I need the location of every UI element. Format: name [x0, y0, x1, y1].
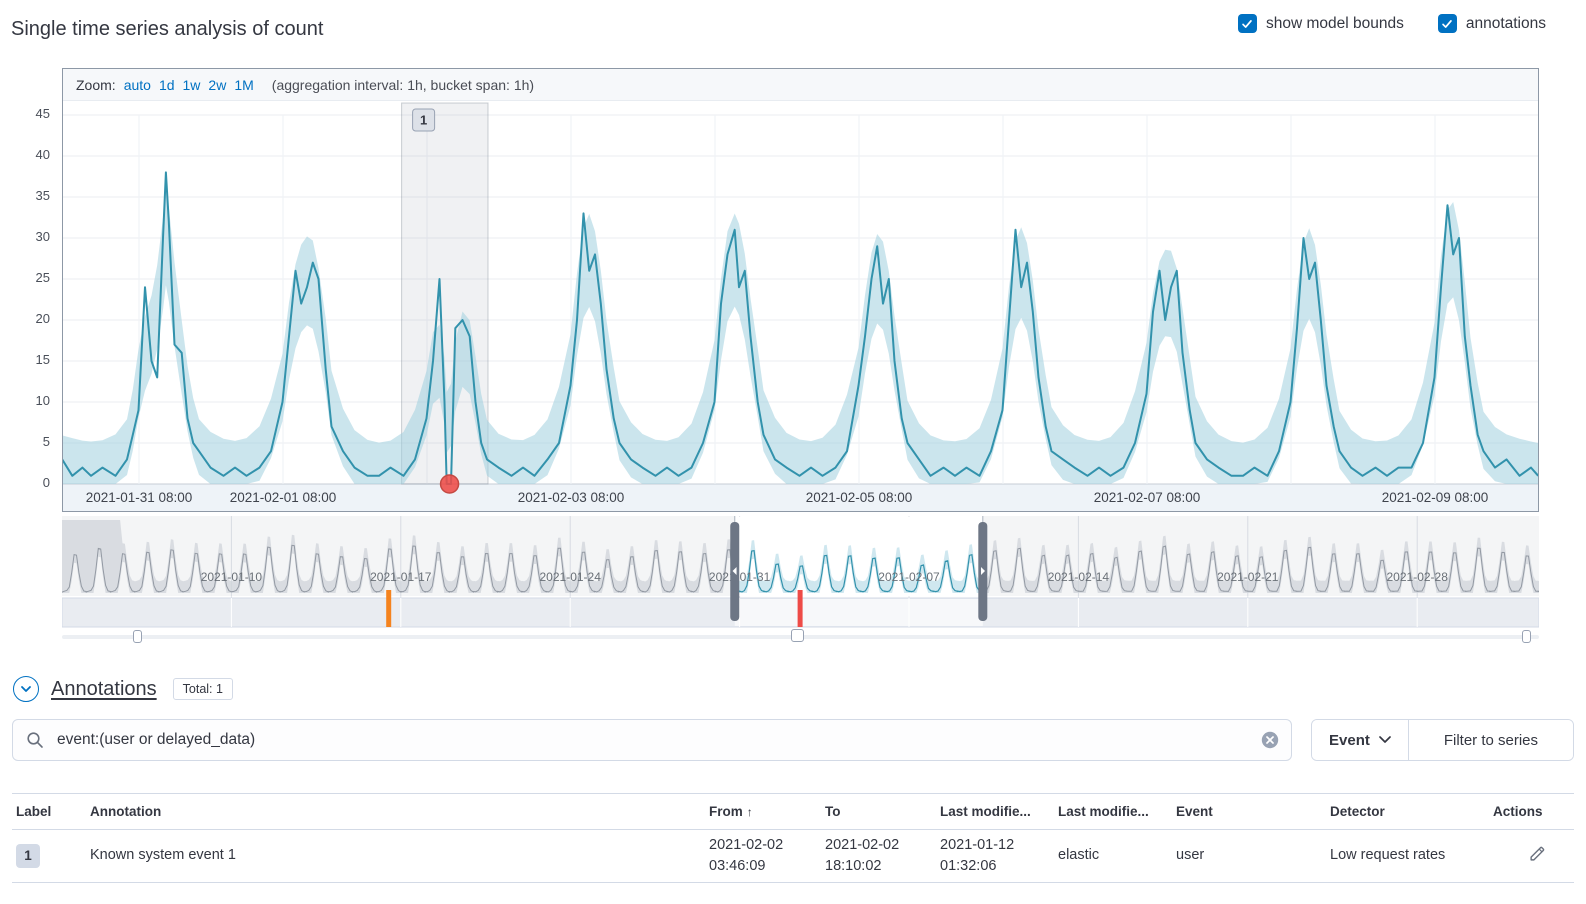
y-axis-tick-label: 40 — [0, 146, 50, 164]
svg-text:2021-02-14: 2021-02-14 — [1048, 570, 1110, 584]
annotations-filter-group: Event Filter to series — [1311, 719, 1574, 761]
annotations-label: annotations — [1466, 15, 1546, 33]
main-time-series-chart[interactable]: Zoom: auto 1d 1w 2w 1M (aggregation inte… — [62, 68, 1539, 512]
cell-actions — [1489, 830, 1574, 883]
y-axis-tick-label: 45 — [0, 105, 50, 123]
zoom-option-1d[interactable]: 1d — [159, 77, 175, 93]
cell-annotation: Known system event 1 — [86, 830, 705, 883]
svg-text:2021-01-31: 2021-01-31 — [709, 570, 771, 584]
col-header-detector[interactable]: Detector — [1326, 794, 1489, 830]
event-filter-button[interactable]: Event — [1312, 720, 1409, 760]
cell-last-modified-at: 2021-01-12 01:32:06 — [936, 830, 1054, 883]
svg-text:2021-02-28: 2021-02-28 — [1387, 570, 1449, 584]
annotations-checkbox[interactable] — [1438, 14, 1457, 33]
svg-text:2021-02-07 08:00: 2021-02-07 08:00 — [1094, 490, 1201, 505]
y-axis-tick-label: 20 — [0, 310, 50, 328]
annotations-search — [12, 719, 1292, 761]
show-model-bounds-label: show model bounds — [1266, 15, 1404, 33]
annotations-search-input[interactable] — [12, 719, 1292, 761]
cell-to: 2021-02-02 18:10:02 — [821, 830, 936, 883]
filter-to-series-button[interactable]: Filter to series — [1409, 720, 1573, 760]
clear-icon — [1261, 731, 1279, 749]
svg-text:2021-02-09 08:00: 2021-02-09 08:00 — [1382, 490, 1489, 505]
annotations-section-title[interactable]: Annotations — [51, 678, 157, 701]
col-header-actions: Actions — [1489, 794, 1574, 830]
y-axis-tick-label: 0 — [0, 474, 50, 492]
timeline-scrollbar-drag-handle[interactable] — [791, 629, 804, 642]
zoom-option-1w[interactable]: 1w — [183, 77, 201, 93]
main-chart-svg[interactable]: 1 2021-01-31 08:00 2021-02-01 08:00 2021-02… — [63, 69, 1538, 511]
pencil-icon — [1529, 845, 1546, 862]
annotation-label-badge: 1 — [16, 844, 40, 868]
search-icon — [26, 731, 44, 749]
chevron-down-icon — [1379, 736, 1391, 744]
chevron-down-icon — [20, 683, 32, 695]
y-axis-tick-label: 35 — [0, 187, 50, 205]
y-axis-tick-label: 15 — [0, 351, 50, 369]
zoom-bar: Zoom: auto 1d 1w 2w 1M (aggregation inte… — [63, 69, 1538, 101]
col-header-annotation[interactable]: Annotation — [86, 794, 705, 830]
zoom-option-auto[interactable]: auto — [124, 77, 151, 93]
col-header-last-modified-at[interactable]: Last modifie... — [936, 794, 1054, 830]
col-header-to[interactable]: To — [821, 794, 936, 830]
clear-search-button[interactable] — [1261, 731, 1279, 749]
annotations-header: Annotations Total: 1 — [13, 676, 233, 702]
page-title: Single time series analysis of count — [11, 18, 323, 41]
context-chart-svg[interactable]: 2021-01-10 2021-01-17 2021-01-24 2021-01-31… — [62, 516, 1539, 629]
chart-options: show model bounds annotations — [1238, 14, 1546, 33]
annotations-controls: Event Filter to series — [12, 719, 1574, 761]
cell-detector: Low request rates — [1326, 830, 1489, 883]
col-header-from[interactable]: From ↑ — [705, 794, 821, 830]
svg-text:2021-01-31 08:00: 2021-01-31 08:00 — [86, 490, 193, 505]
check-icon — [1240, 17, 1254, 31]
check-icon — [1440, 17, 1454, 31]
svg-text:2021-02-21: 2021-02-21 — [1217, 570, 1279, 584]
swimlane-critical-marker[interactable] — [798, 590, 803, 627]
single-metric-viewer: Single time series analysis of count sho… — [0, 0, 1586, 904]
show-model-bounds-option[interactable]: show model bounds — [1238, 14, 1404, 33]
svg-text:2021-01-24: 2021-01-24 — [540, 570, 602, 584]
annotations-collapse-button[interactable] — [13, 676, 39, 702]
model-bounds-area — [63, 187, 1538, 484]
svg-text:2021-02-03 08:00: 2021-02-03 08:00 — [518, 490, 625, 505]
col-header-from-label: From — [709, 804, 743, 819]
sort-ascending-icon: ↑ — [747, 805, 753, 819]
aggregation-note: (aggregation interval: 1h, bucket span: … — [272, 77, 534, 93]
y-axis-tick-label: 5 — [0, 433, 50, 451]
annotations-option[interactable]: annotations — [1438, 14, 1546, 33]
svg-text:2021-02-05 08:00: 2021-02-05 08:00 — [806, 490, 913, 505]
show-model-bounds-checkbox[interactable] — [1238, 14, 1257, 33]
y-axis-tick-label: 10 — [0, 392, 50, 410]
annotations-table: Label Annotation From ↑ To Last modifie..… — [12, 793, 1574, 883]
cell-from: 2021-02-02 03:46:09 — [705, 830, 821, 883]
zoom-option-2w[interactable]: 2w — [208, 77, 226, 93]
timeline-scrollbar — [62, 629, 1539, 644]
y-axis-tick-label: 25 — [0, 269, 50, 287]
table-row: 1 Known system event 1 2021-02-02 03:46:… — [12, 830, 1574, 883]
zoom-option-1M[interactable]: 1M — [234, 77, 253, 93]
cell-last-modified-by: elastic — [1054, 830, 1172, 883]
svg-text:2021-01-17: 2021-01-17 — [370, 570, 432, 584]
swimlane-warning-marker[interactable] — [386, 590, 391, 627]
timeline-scrollbar-left-handle[interactable] — [133, 630, 142, 643]
svg-text:1: 1 — [420, 113, 427, 128]
event-filter-label: Event — [1329, 732, 1370, 749]
zoom-label: Zoom: — [76, 77, 116, 93]
svg-text:2021-02-01 08:00: 2021-02-01 08:00 — [230, 490, 337, 505]
timeline-scrollbar-right-handle[interactable] — [1522, 630, 1531, 643]
cell-label: 1 — [12, 830, 86, 883]
col-header-last-modified-by[interactable]: Last modifie... — [1054, 794, 1172, 830]
cell-event: user — [1172, 830, 1326, 883]
annotations-total-badge: Total: 1 — [173, 678, 233, 700]
anomaly-marker[interactable] — [441, 475, 459, 493]
col-header-label[interactable]: Label — [12, 794, 86, 830]
svg-text:2021-01-10: 2021-01-10 — [201, 570, 263, 584]
col-header-event[interactable]: Event — [1172, 794, 1326, 830]
svg-text:2021-02-07: 2021-02-07 — [878, 570, 940, 584]
edit-annotation-button[interactable] — [1527, 843, 1548, 867]
y-axis-tick-label: 30 — [0, 228, 50, 246]
table-header-row: Label Annotation From ↑ To Last modifie..… — [12, 794, 1574, 830]
